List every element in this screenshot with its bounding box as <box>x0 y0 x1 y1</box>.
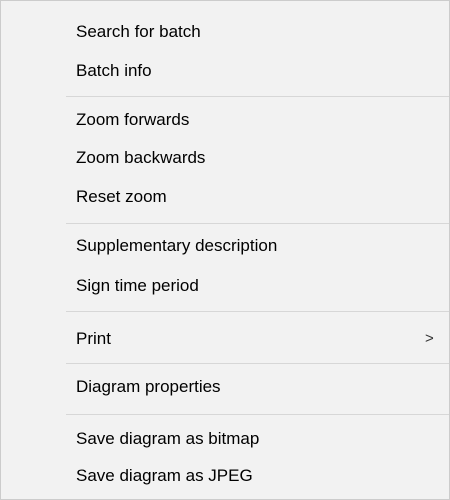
menu-item-label: Batch info <box>76 61 152 80</box>
menu-item-label: Print <box>76 329 111 348</box>
menu-separator <box>66 223 449 224</box>
menu-item-reset-zoom[interactable]: Reset zoom <box>1 179 449 215</box>
menu-item-label: Reset zoom <box>76 187 167 206</box>
menu-separator <box>66 311 449 312</box>
menu-item-label: Save diagram as JPEG <box>76 466 253 485</box>
menu-item-save-diagram-as-bitmap[interactable]: Save diagram as bitmap <box>1 421 449 457</box>
menu-item-label: Diagram properties <box>76 377 221 396</box>
menu-item-batch-info[interactable]: Batch info <box>1 53 449 89</box>
menu-item-diagram-properties[interactable]: Diagram properties <box>1 369 449 405</box>
menu-separator <box>66 363 449 364</box>
menu-item-label: Zoom backwards <box>76 148 206 167</box>
menu-item-label: Sign time period <box>76 276 199 295</box>
menu-separator <box>66 96 449 97</box>
menu-item-zoom-forwards[interactable]: Zoom forwards <box>1 102 449 138</box>
menu-item-label: Save diagram as bitmap <box>76 429 260 448</box>
chevron-right-icon: > <box>425 330 434 347</box>
menu-item-print[interactable]: Print > <box>1 321 449 357</box>
menu-item-label: Zoom forwards <box>76 110 190 129</box>
menu-item-label: Supplementary description <box>76 236 278 255</box>
context-menu: Search for batch Batch info Zoom forward… <box>0 0 450 500</box>
menu-item-save-diagram-as-jpeg[interactable]: Save diagram as JPEG <box>1 458 449 494</box>
menu-separator <box>66 414 449 415</box>
menu-item-label: Search for batch <box>76 22 201 41</box>
menu-item-supplementary-description[interactable]: Supplementary description <box>1 228 449 264</box>
menu-item-sign-time-period[interactable]: Sign time period <box>1 268 449 304</box>
menu-item-search-for-batch[interactable]: Search for batch <box>1 14 449 50</box>
menu-item-zoom-backwards[interactable]: Zoom backwards <box>1 140 449 176</box>
